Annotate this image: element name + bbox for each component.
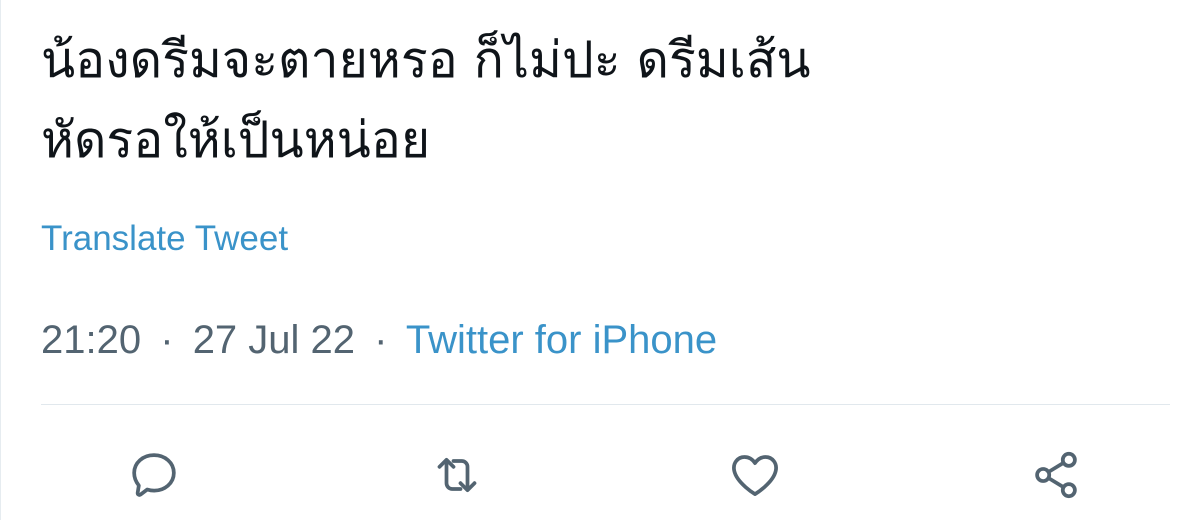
tweet-text: น้องดรีมจะตายหรอ ก็ไม่ปะ ดรีมเส้น หัดรอใ…	[41, 20, 1181, 180]
meta-separator: ·	[160, 318, 174, 362]
reply-icon	[132, 453, 176, 497]
retweet-button[interactable]	[422, 440, 492, 510]
tweet-actions-bar	[1, 440, 1200, 510]
tweet-text-line: น้องดรีมจะตายหรอ ก็ไม่ปะ ดรีมเส้น	[41, 31, 811, 89]
tweet-time: 21:20	[41, 318, 142, 362]
tweet-detail: น้องดรีมจะตายหรอ ก็ไม่ปะ ดรีมเส้น หัดรอใ…	[0, 0, 1200, 520]
retweet-icon	[437, 457, 477, 493]
share-icon	[1035, 451, 1077, 499]
divider	[41, 404, 1170, 405]
tweet-text-line: หัดรอให้เป็นหน่อย	[41, 111, 431, 169]
tweet-source-link[interactable]: Twitter for iPhone	[406, 318, 717, 362]
translate-tweet-link[interactable]: Translate Tweet	[41, 214, 288, 264]
share-button[interactable]	[1021, 440, 1091, 510]
reply-button[interactable]	[119, 440, 189, 510]
tweet-metadata: 21:20 · 27 Jul 22 · Twitter for iPhone	[41, 312, 717, 368]
like-button[interactable]	[720, 440, 790, 510]
meta-separator: ·	[374, 318, 388, 362]
tweet-date: 27 Jul 22	[192, 318, 356, 362]
heart-icon	[732, 455, 778, 496]
